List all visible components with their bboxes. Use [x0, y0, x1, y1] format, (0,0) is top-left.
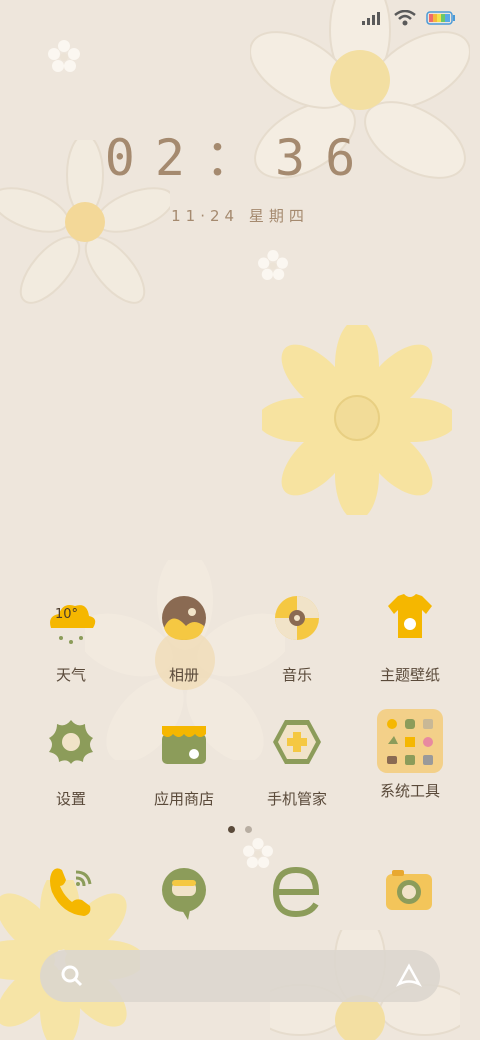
- app-system-tools[interactable]: 系统工具: [355, 708, 465, 801]
- weather-temperature: 10°: [55, 607, 79, 622]
- page-indicator-dot-active: [228, 826, 235, 833]
- app-store[interactable]: 应用商店: [129, 716, 239, 809]
- app-store-icon: [152, 716, 216, 780]
- camera-icon: [386, 870, 432, 910]
- settings-gear-icon: [39, 716, 103, 780]
- theme-shirt-icon: [378, 592, 442, 656]
- assistant-icon[interactable]: [396, 963, 422, 989]
- small-flower-decoration: [48, 40, 80, 72]
- dock-camera[interactable]: [380, 862, 440, 922]
- app-label: 主题壁纸: [379, 666, 440, 684]
- app-label: 系统工具: [379, 782, 440, 800]
- security-shield-icon: [265, 716, 329, 780]
- weather-cloud-icon: 10°: [39, 592, 103, 656]
- app-label: 相册: [168, 666, 199, 684]
- battery-icon: [426, 11, 455, 25]
- app-label: 天气: [55, 666, 86, 684]
- wifi-icon: [394, 10, 416, 26]
- status-bar: [362, 10, 456, 26]
- app-phone-manager[interactable]: 手机管家: [242, 716, 352, 809]
- app-label: 设置: [55, 790, 86, 808]
- app-themes[interactable]: 主题壁纸: [355, 592, 465, 685]
- signal-bars-icon: [362, 12, 380, 25]
- lockscreen-date: 11·24 星期四: [171, 207, 309, 225]
- app-label: 音乐: [281, 666, 312, 684]
- gallery-icon: [152, 592, 216, 656]
- search-bar[interactable]: [40, 950, 440, 1002]
- small-flower-decoration: [258, 250, 288, 280]
- app-music[interactable]: 音乐: [242, 592, 352, 685]
- dock-messages[interactable]: [154, 862, 214, 922]
- app-label: 应用商店: [153, 790, 214, 808]
- music-disc-icon: [265, 592, 329, 656]
- search-icon[interactable]: [60, 964, 84, 988]
- app-settings[interactable]: 设置: [16, 716, 126, 809]
- phone-icon: [50, 868, 92, 916]
- app-gallery[interactable]: 相册: [129, 592, 239, 685]
- folder-icon: [376, 708, 444, 774]
- browser-icon: [272, 866, 320, 918]
- message-icon: [162, 868, 206, 920]
- page-indicator-dot: [245, 826, 252, 833]
- flower-decoration-yellow: [262, 325, 452, 515]
- dock-phone[interactable]: [42, 862, 102, 922]
- lockscreen-clock: 02：36: [104, 129, 376, 187]
- dock-browser[interactable]: [266, 862, 326, 922]
- app-weather[interactable]: 10° 天气: [16, 592, 126, 685]
- app-label: 手机管家: [266, 790, 327, 808]
